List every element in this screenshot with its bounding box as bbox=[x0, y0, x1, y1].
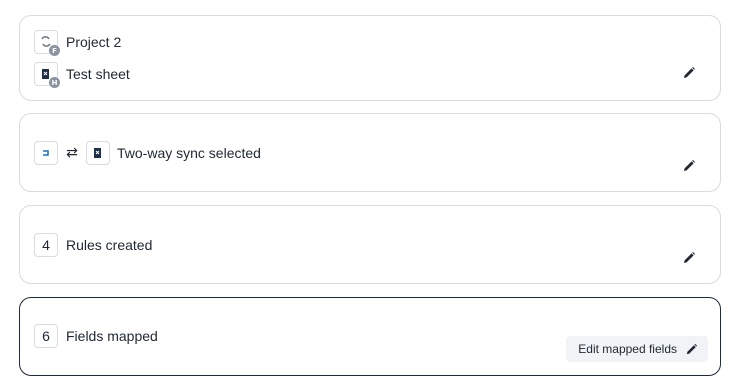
two-way-arrows-icon: ⇄ bbox=[66, 145, 78, 161]
source-user-badge: F bbox=[49, 45, 60, 56]
pencil-icon[interactable] bbox=[682, 251, 696, 265]
pencil-icon[interactable] bbox=[682, 159, 696, 173]
fields-card: 6 Fields mapped Edit mapped fields bbox=[19, 297, 721, 376]
fields-row: 6 Fields mapped bbox=[34, 324, 158, 348]
app-logo-icon bbox=[43, 150, 49, 156]
sheet-logo-icon bbox=[94, 148, 101, 158]
rules-row: 4 Rules created bbox=[34, 233, 152, 257]
sync-left-tile bbox=[34, 141, 58, 165]
rules-card: 4 Rules created bbox=[19, 205, 721, 284]
sync-row: ⇄ Two-way sync selected bbox=[34, 141, 261, 165]
fields-count: 6 bbox=[34, 324, 58, 348]
source-project-row: F Project 2 bbox=[34, 30, 122, 56]
edit-mapped-fields-label: Edit mapped fields bbox=[578, 342, 677, 356]
pencil-icon[interactable] bbox=[682, 66, 696, 80]
project-card: F Project 2 H Test sheet bbox=[19, 15, 721, 101]
rules-label: Rules created bbox=[66, 237, 153, 253]
fields-label: Fields mapped bbox=[66, 328, 158, 344]
source-app-tile: F bbox=[34, 30, 60, 56]
sync-right-tile bbox=[86, 141, 110, 165]
pencil-icon bbox=[686, 343, 698, 354]
sync-mode-label: Two-way sync selected bbox=[117, 145, 261, 161]
source-project-name: Project 2 bbox=[66, 34, 122, 50]
rules-count: 4 bbox=[34, 233, 58, 257]
target-user-badge: H bbox=[49, 77, 60, 88]
sync-card: ⇄ Two-way sync selected bbox=[19, 113, 721, 192]
target-app-tile: H bbox=[34, 62, 60, 88]
edit-mapped-fields-button[interactable]: Edit mapped fields bbox=[566, 336, 708, 362]
target-sheet-row: H Test sheet bbox=[34, 62, 130, 88]
target-sheet-name: Test sheet bbox=[66, 66, 130, 82]
